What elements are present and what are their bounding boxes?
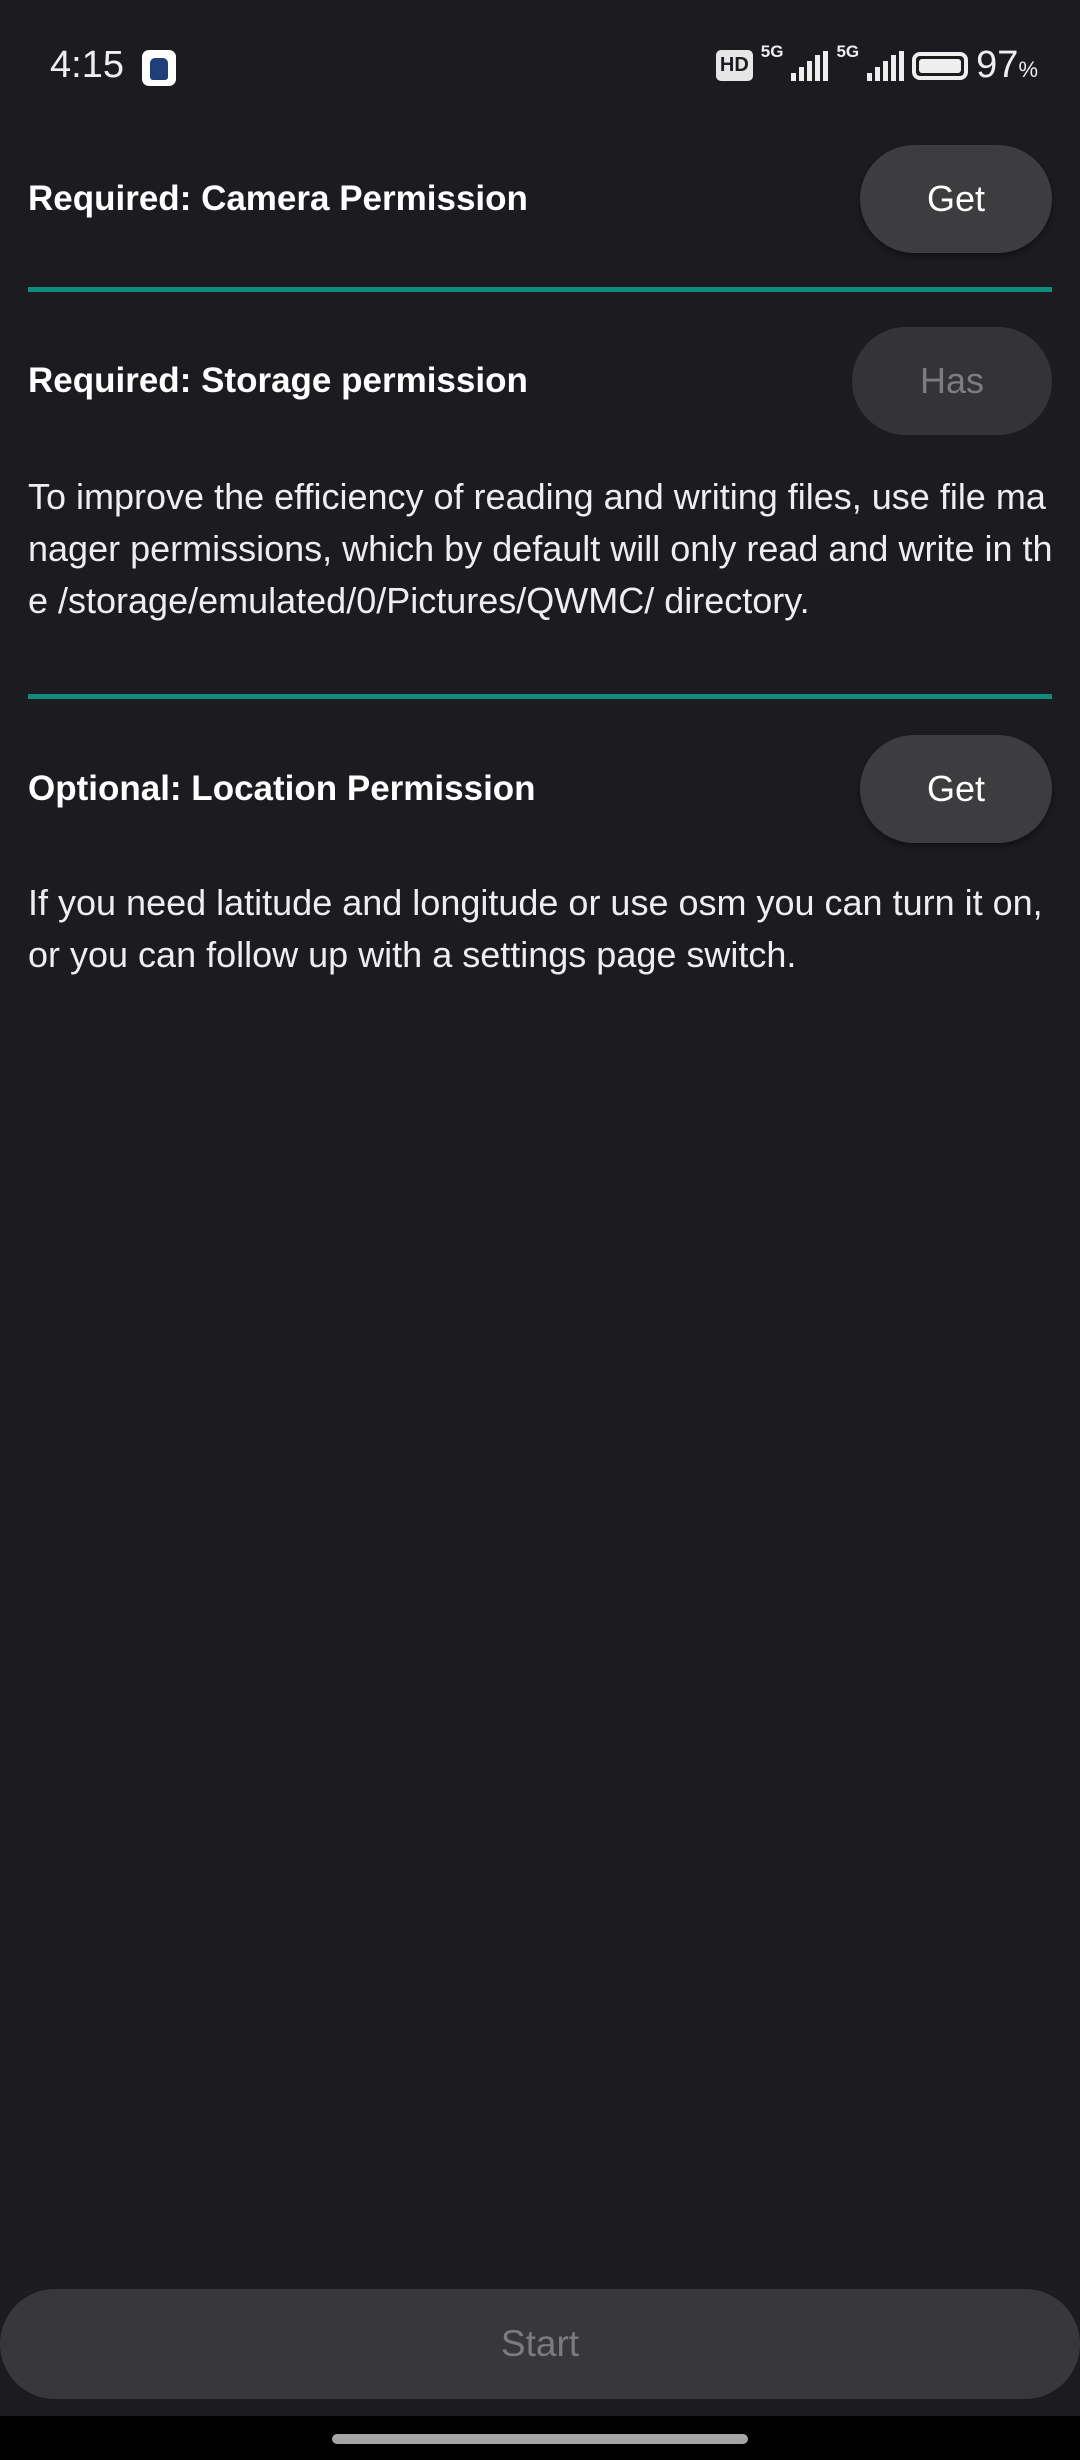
camera-get-button[interactable]: Get [860, 145, 1052, 253]
signal-icon-2 [867, 50, 905, 81]
divider [28, 694, 1052, 699]
location-get-button[interactable]: Get [860, 735, 1052, 843]
camera-permission-row: Required: Camera Permission Get [28, 145, 1052, 253]
status-time: 4:15 [50, 44, 124, 86]
start-button[interactable]: Start [0, 2289, 1080, 2399]
location-permission-label: Optional: Location Permission [28, 769, 536, 808]
signal-icon-1 [791, 50, 829, 81]
storage-permission-label: Required: Storage permission [28, 361, 528, 400]
storage-permission-row: Required: Storage permission Has [28, 327, 1052, 435]
status-bar: 4:15 HD 5G 5G 97% [0, 0, 1080, 130]
battery-icon [912, 51, 969, 80]
battery-percent: 97% [976, 44, 1038, 86]
network-type-2: 5G [836, 42, 860, 61]
status-icons: HD 5G 5G 97% [715, 42, 1038, 87]
app-notification-icon [142, 50, 176, 86]
location-permission-description: If you need latitude and longitude or us… [28, 882, 1043, 975]
gesture-handle[interactable] [332, 2434, 748, 2444]
location-permission-row: Optional: Location Permission Get [28, 735, 1052, 843]
navigation-bar [0, 2416, 1080, 2460]
storage-has-button[interactable]: Has [852, 327, 1052, 435]
hd-voice-icon: HD [715, 50, 753, 81]
storage-permission-description: To improve the efficiency of reading and… [28, 476, 1053, 621]
divider [28, 287, 1052, 292]
camera-permission-label: Required: Camera Permission [28, 179, 528, 218]
network-type-1: 5G [760, 42, 784, 61]
